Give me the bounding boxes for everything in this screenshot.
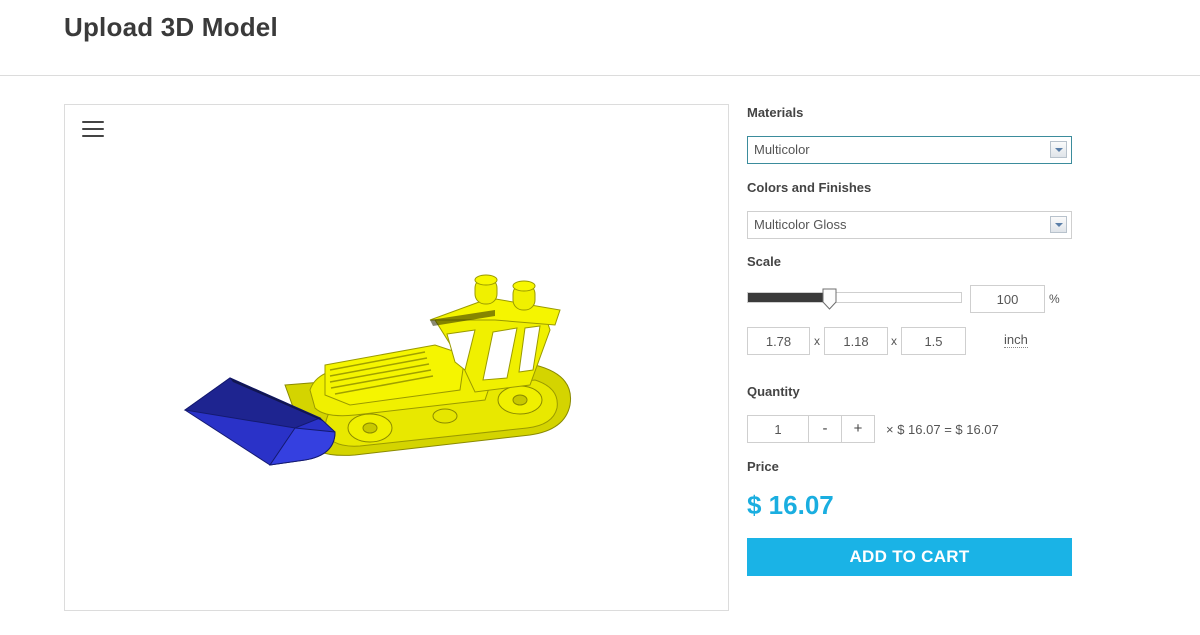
page-title: Upload 3D Model bbox=[64, 12, 278, 42]
price-label: Price bbox=[747, 459, 779, 474]
quantity-increment-button[interactable]: + bbox=[841, 415, 875, 443]
chevron-down-icon[interactable] bbox=[1050, 216, 1067, 233]
unit-toggle-link[interactable]: inch bbox=[1004, 332, 1028, 348]
dimension-separator: x bbox=[814, 334, 820, 348]
scale-slider[interactable] bbox=[747, 292, 962, 303]
price-value: $ 16.07 bbox=[747, 490, 834, 520]
materials-select[interactable]: Multicolor bbox=[747, 136, 1072, 164]
header-divider bbox=[0, 75, 1200, 76]
scale-slider-handle[interactable] bbox=[822, 288, 837, 310]
dimension-y-input[interactable] bbox=[824, 327, 888, 355]
percent-unit: % bbox=[1049, 292, 1060, 306]
chevron-down-icon[interactable] bbox=[1050, 141, 1067, 158]
hamburger-menu-icon[interactable] bbox=[82, 120, 106, 138]
scale-percent-input[interactable] bbox=[970, 285, 1045, 313]
quantity-decrement-button[interactable]: - bbox=[808, 415, 842, 443]
scale-slider-fill bbox=[748, 293, 830, 302]
quantity-label: Quantity bbox=[747, 384, 800, 399]
add-to-cart-button[interactable]: ADD TO CART bbox=[747, 538, 1072, 576]
finishes-selected-value: Multicolor Gloss bbox=[754, 217, 847, 232]
quantity-price-formula: × $ 16.07 = $ 16.07 bbox=[886, 422, 999, 437]
dimension-x-input[interactable] bbox=[747, 327, 810, 355]
finishes-label: Colors and Finishes bbox=[747, 180, 872, 195]
model-viewer[interactable] bbox=[64, 104, 729, 611]
materials-selected-value: Multicolor bbox=[754, 142, 810, 157]
materials-label: Materials bbox=[747, 105, 804, 120]
bulldozer-model[interactable] bbox=[175, 270, 595, 490]
dimension-separator: x bbox=[891, 334, 897, 348]
scale-label: Scale bbox=[747, 254, 781, 269]
dimension-z-input[interactable] bbox=[901, 327, 966, 355]
finishes-select[interactable]: Multicolor Gloss bbox=[747, 211, 1072, 239]
quantity-input[interactable] bbox=[747, 415, 809, 443]
